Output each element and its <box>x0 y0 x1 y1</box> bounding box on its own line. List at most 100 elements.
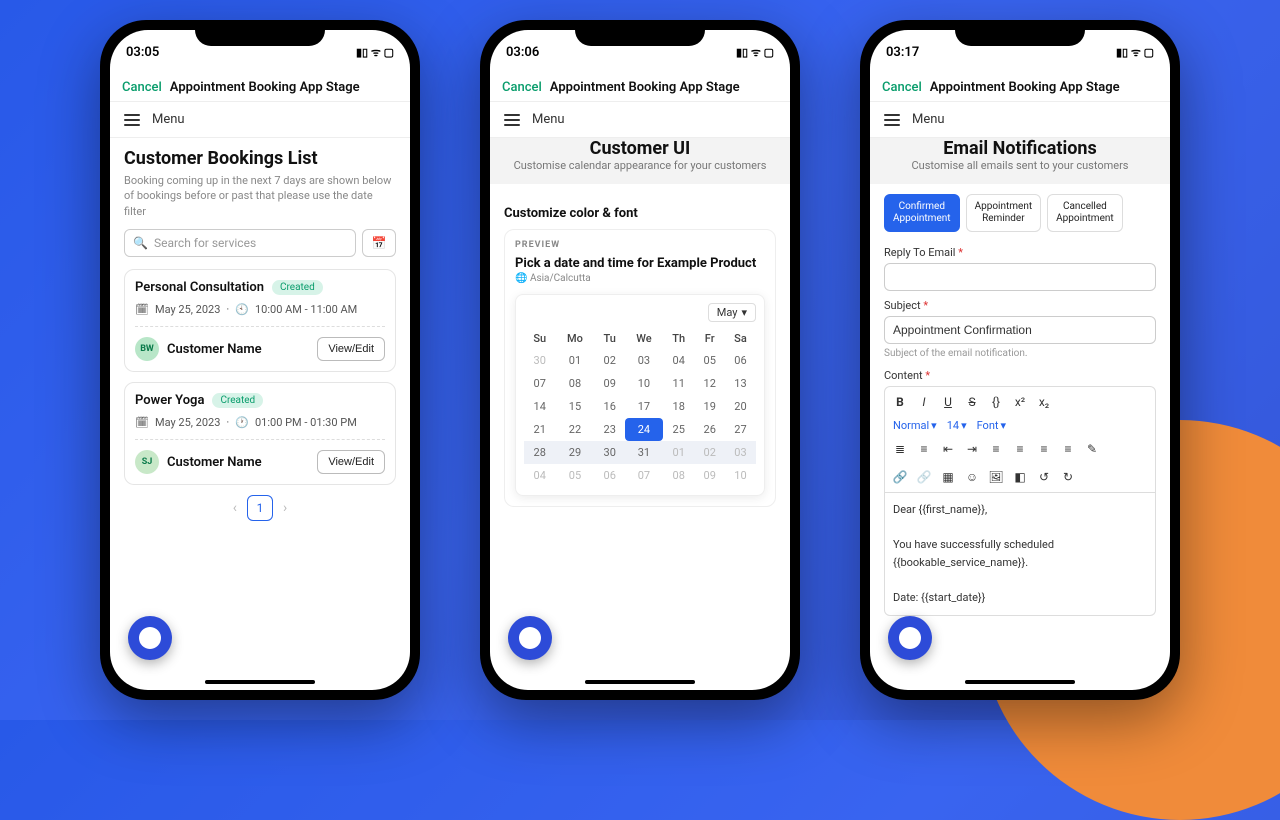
list-ol-button[interactable]: ≡ <box>913 438 935 460</box>
status-badge: Created <box>272 280 323 295</box>
style-select[interactable]: Normal ▾ <box>889 419 941 432</box>
undo-button[interactable]: ↺ <box>1033 466 1055 488</box>
clock-text: 03:05 <box>126 45 159 60</box>
color-picker-button[interactable]: ✎ <box>1081 438 1103 460</box>
screen-subtext: Customise all emails sent to your custom… <box>870 159 1170 172</box>
eraser-button[interactable]: ◧ <box>1009 466 1031 488</box>
email-tab[interactable]: AppointmentReminder <box>966 194 1042 232</box>
month-select[interactable]: May ▾ <box>708 303 756 322</box>
subject-label: Subject <box>884 299 921 312</box>
page-title: Appointment Booking App Stage <box>550 80 740 95</box>
view-edit-button[interactable]: View/Edit <box>317 337 385 361</box>
booking-title: Personal Consultation <box>135 280 264 295</box>
customer-avatar: BW <box>135 337 159 361</box>
clock-text: 03:17 <box>886 45 919 60</box>
status-badge: Created <box>212 393 263 408</box>
home-indicator <box>585 680 695 684</box>
booking-card: Personal Consultation Created 🗓 May 25, … <box>124 269 396 372</box>
hamburger-menu-icon[interactable] <box>884 114 900 126</box>
reply-to-label: Reply To Email <box>884 246 955 259</box>
preview-panel: PREVIEW Pick a date and time for Example… <box>504 229 776 507</box>
booking-title: Power Yoga <box>135 393 204 408</box>
phone-mockup-3: 03:17 ▮▯ ᯤ ▢ Cancel Appointment Booking … <box>860 20 1180 700</box>
menu-label: Menu <box>532 112 565 127</box>
screen-subtext: Customise calendar appearance for your c… <box>490 159 790 172</box>
subject-hint: Subject of the email notification. <box>884 348 1156 359</box>
calendar-icon: 🗓 <box>135 416 149 429</box>
image-button[interactable]: 🖼 <box>985 466 1007 488</box>
booking-date: May 25, 2023 <box>155 303 220 316</box>
align-left-button[interactable]: ≡ <box>985 438 1007 460</box>
booking-date: May 25, 2023 <box>155 416 220 429</box>
status-icons: ▮▯ ᯤ ▢ <box>1116 45 1154 60</box>
phone-notch <box>195 20 325 46</box>
home-indicator <box>205 680 315 684</box>
menu-label: Menu <box>912 112 945 127</box>
editor-toolbar: B I U S {} x² x₂ Normal ▾ 14▾ Font ▾ ≣ ≡… <box>884 386 1156 493</box>
globe-icon: 🌐 <box>515 273 527 284</box>
calendar-widget: May ▾ SuMoTuWeThFrSa30010203040506070809… <box>515 294 765 496</box>
customer-name: Customer Name <box>167 455 262 470</box>
search-input[interactable]: 🔍 Search for services <box>124 229 356 257</box>
bold-button[interactable]: B <box>889 391 911 413</box>
subject-input[interactable] <box>884 316 1156 344</box>
cancel-button[interactable]: Cancel <box>502 80 542 95</box>
clock-icon: 🕙 <box>235 303 249 316</box>
view-edit-button[interactable]: View/Edit <box>317 450 385 474</box>
size-select[interactable]: 14▾ <box>943 419 971 432</box>
table-button[interactable]: ▦ <box>937 466 959 488</box>
email-tab[interactable]: CancelledAppointment <box>1047 194 1123 232</box>
indent-button[interactable]: ⇥ <box>961 438 983 460</box>
calendar-grid[interactable]: SuMoTuWeThFrSa30010203040506070809101112… <box>524 328 756 487</box>
chat-fab-button[interactable] <box>508 616 552 660</box>
booking-card: Power Yoga Created 🗓 May 25, 2023 · 🕐 01… <box>124 382 396 485</box>
clock-icon: 🕐 <box>235 416 249 429</box>
unlink-button[interactable]: 🔗 <box>913 466 935 488</box>
content-label: Content <box>884 369 923 382</box>
hamburger-menu-icon[interactable] <box>504 114 520 126</box>
page-title: Appointment Booking App Stage <box>170 80 360 95</box>
content-editor[interactable]: Dear {{first_name}}, You have successful… <box>884 493 1156 616</box>
chevron-down-icon: ▾ <box>931 419 937 432</box>
underline-button[interactable]: U <box>937 391 959 413</box>
preview-title: Pick a date and time for Example Product <box>515 256 765 271</box>
hamburger-menu-icon[interactable] <box>124 114 140 126</box>
screen-heading: Email Notifications <box>870 138 1170 159</box>
page-title: Appointment Booking App Stage <box>930 80 1120 95</box>
align-justify-button[interactable]: ≡ <box>1057 438 1079 460</box>
superscript-button[interactable]: x² <box>1009 391 1031 413</box>
emoji-button[interactable]: ☺ <box>961 466 983 488</box>
page-prev-button[interactable]: ‹ <box>233 500 237 516</box>
code-button[interactable]: {} <box>985 391 1007 413</box>
align-right-button[interactable]: ≡ <box>1033 438 1055 460</box>
email-tab[interactable]: ConfirmedAppointment <box>884 194 960 232</box>
page-next-button[interactable]: › <box>283 500 287 516</box>
cancel-button[interactable]: Cancel <box>882 80 922 95</box>
list-ul-button[interactable]: ≣ <box>889 438 911 460</box>
chat-fab-button[interactable] <box>128 616 172 660</box>
screen-subtext: Booking coming up in the next 7 days are… <box>124 173 396 219</box>
chat-fab-button[interactable] <box>888 616 932 660</box>
font-select[interactable]: Font ▾ <box>973 419 1010 432</box>
status-icons: ▮▯ ᯤ ▢ <box>356 45 394 60</box>
customer-name: Customer Name <box>167 342 262 357</box>
redo-button[interactable]: ↻ <box>1057 466 1079 488</box>
strike-button[interactable]: S <box>961 391 983 413</box>
subscript-button[interactable]: x₂ <box>1033 391 1055 413</box>
align-center-button[interactable]: ≡ <box>1009 438 1031 460</box>
link-button[interactable]: 🔗 <box>889 466 911 488</box>
filter-date-button[interactable]: 📅 <box>362 229 396 257</box>
customer-avatar: SJ <box>135 450 159 474</box>
italic-button[interactable]: I <box>913 391 935 413</box>
phone-notch <box>955 20 1085 46</box>
phone-mockup-1: 03:05 ▮▯ ᯤ ▢ Cancel Appointment Booking … <box>100 20 420 700</box>
clock-text: 03:06 <box>506 45 539 60</box>
page-number[interactable]: 1 <box>247 495 273 521</box>
status-icons: ▮▯ ᯤ ▢ <box>736 45 774 60</box>
outdent-button[interactable]: ⇤ <box>937 438 959 460</box>
section-header: Customize color & font <box>504 206 776 221</box>
menu-label: Menu <box>152 112 185 127</box>
booking-time: 01:00 PM - 01:30 PM <box>255 416 357 429</box>
reply-to-input[interactable] <box>884 263 1156 291</box>
cancel-button[interactable]: Cancel <box>122 80 162 95</box>
